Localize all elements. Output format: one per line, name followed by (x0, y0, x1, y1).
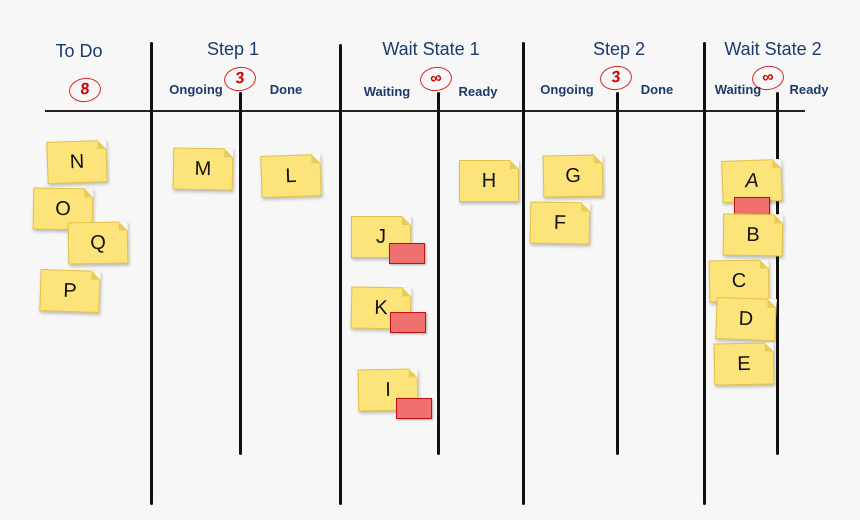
subcolumn-divider (239, 92, 242, 455)
wip-limit-step2: 3 (598, 63, 634, 93)
subcolumn-wait1-ready: Ready (458, 84, 498, 99)
wip-limit-step1: 3 (222, 64, 258, 94)
subcolumn-step2-ongoing: Ongoing (540, 82, 594, 97)
blocker-flag (396, 398, 432, 419)
sticky-note-l[interactable]: L (260, 153, 322, 199)
sticky-note-m[interactable]: M (172, 147, 234, 191)
subcolumn-divider (437, 92, 440, 455)
sticky-note-f[interactable]: F (529, 201, 591, 245)
sticky-note-h[interactable]: H (459, 160, 519, 202)
subcolumn-step2-done: Done (640, 82, 674, 97)
column-divider (339, 44, 342, 505)
kanban-board: To Do Step 1 Wait State 1 Step 2 Wait St… (0, 0, 860, 520)
column-divider (703, 42, 706, 505)
wip-limit-wait1: ∞ (418, 64, 454, 94)
subcolumn-divider (616, 92, 619, 455)
sticky-note-n[interactable]: N (46, 139, 108, 185)
subcolumn-wait2-ready: Ready (789, 82, 829, 97)
column-title-step2: Step 2 (592, 39, 646, 59)
subcolumn-step1-ongoing: Ongoing (169, 82, 223, 97)
subcolumn-step1-done: Done (269, 82, 303, 97)
subcolumn-wait2-waiting: Waiting (714, 82, 762, 97)
wip-limit-todo: 8 (67, 75, 103, 105)
column-divider (522, 42, 525, 505)
blocker-flag (390, 312, 426, 333)
sticky-note-d[interactable]: D (715, 296, 777, 342)
column-title-wait2: Wait State 2 (724, 39, 822, 59)
column-title-step1: Step 1 (206, 39, 260, 59)
sticky-note-b[interactable]: B (722, 213, 784, 257)
column-divider (150, 42, 153, 505)
sticky-note-p[interactable]: P (39, 268, 101, 314)
header-divider (45, 110, 805, 112)
blocker-flag (389, 243, 425, 264)
column-title-wait1: Wait State 1 (382, 39, 480, 59)
subcolumn-wait1-waiting: Waiting (363, 84, 411, 99)
sticky-note-g[interactable]: G (542, 154, 604, 198)
column-title-todo: To Do (55, 41, 103, 61)
sticky-note-q[interactable]: Q (67, 221, 129, 265)
subcolumn-divider (776, 92, 779, 455)
sticky-note-e[interactable]: E (713, 342, 775, 386)
